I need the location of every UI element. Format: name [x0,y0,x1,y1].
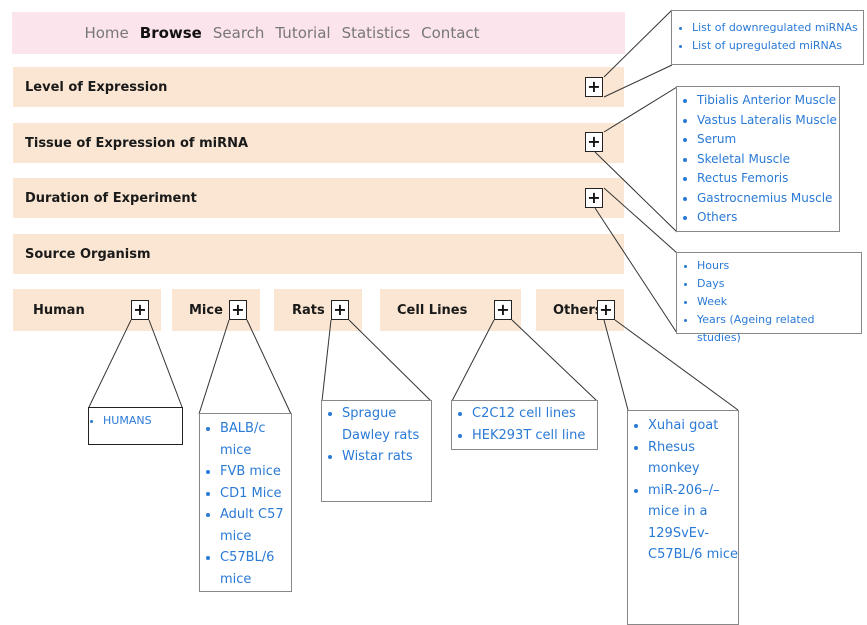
expand-expression-button[interactable]: + [585,77,603,97]
list-item[interactable]: Xuhai goat [648,415,738,437]
section-duration-of-experiment[interactable]: Duration of Experiment [13,178,624,218]
section-level-of-expression[interactable]: Level of Expression [13,67,624,107]
list-item[interactable]: Hours [697,257,861,275]
list-item[interactable]: C2C12 cell lines [472,403,597,425]
list-item[interactable]: Rhesus monkey [648,437,738,480]
list-item[interactable]: FVB mice [220,461,291,483]
expand-human-button[interactable]: + [131,300,149,320]
list-item[interactable]: CD1 Mice [220,483,291,505]
nav-search[interactable]: Search [209,24,265,42]
list-item[interactable]: List of downregulated miRNAs [692,19,863,37]
connector-human-right [148,319,183,408]
list-item[interactable]: HEK293T cell line [472,425,597,447]
list-item[interactable]: Days [697,275,861,293]
list-item[interactable]: Serum [697,130,839,150]
nav-statistics[interactable]: Statistics [338,24,411,42]
connector-rats-right [348,319,432,402]
connector-mice-right [246,319,292,415]
list-item[interactable]: Adult C57 mice [220,504,291,547]
popup-duration-list: Hours Days Week Years (Ageing related st… [676,252,862,344]
expand-tissue-button[interactable]: + [585,132,603,152]
organism-label: Human [33,302,85,318]
list-item[interactable]: C57BL/6 mice [220,547,291,590]
popup-human-list: HUMANS [88,407,183,445]
section-label: Duration of Experiment [25,190,197,206]
list-item[interactable]: Wistar rats [342,446,431,468]
list-item[interactable]: Gastrocnemius Muscle [697,189,839,209]
list-item[interactable]: Skeletal Muscle [697,150,839,170]
list-item[interactable]: Years (Ageing related studies) [697,311,861,347]
organism-label: Mice [189,302,223,318]
popup-tissue-list: Tibialis Anterior Muscle Vastus Laterali… [676,86,840,232]
list-item[interactable]: Others [697,208,839,228]
expand-mice-button[interactable]: + [229,300,247,320]
section-label: Level of Expression [25,79,168,95]
list-item[interactable]: BALB/c mice [220,418,291,461]
organism-label: Cell Lines [397,302,468,318]
connector-mice-left [198,319,230,415]
expand-rats-button[interactable]: + [331,300,349,320]
list-item[interactable]: HUMANS [103,412,182,430]
connector-cell-lines-left [451,319,495,402]
popup-others-list: Xuhai goat Rhesus monkey miR-206–/– mice… [627,410,739,625]
expand-others-button[interactable]: + [597,300,615,320]
expand-duration-button[interactable]: + [585,188,603,208]
popup-expression-list: List of downregulated miRNAs List of upr… [671,10,864,65]
connector-others-left [603,319,629,411]
expand-cell-lines-button[interactable]: + [494,300,512,320]
list-item[interactable]: Sprague Dawley rats [342,403,431,446]
nav-contact[interactable]: Contact [417,24,479,42]
section-label: Source Organism [25,246,151,262]
top-nav: Home Browse Search Tutorial Statistics C… [12,12,625,54]
connector-human-left [88,319,132,408]
section-source-organism[interactable]: Source Organism [13,234,624,274]
connector-rats-left [321,319,332,402]
list-item[interactable]: Tibialis Anterior Muscle [697,91,839,111]
list-item[interactable]: Rectus Femoris [697,169,839,189]
list-item[interactable]: List of upregulated miRNAs [692,37,863,55]
popup-mice-list: BALB/c mice FVB mice CD1 Mice Adult C57 … [199,413,292,592]
section-label: Tissue of Expression of miRNA [25,135,249,151]
popup-cell-lines-list: C2C12 cell lines HEK293T cell line [451,400,598,450]
nav-tutorial[interactable]: Tutorial [271,24,330,42]
list-item[interactable]: Week [697,293,861,311]
organism-label: Rats [292,302,325,318]
nav-browse[interactable]: Browse [136,24,202,42]
nav-home[interactable]: Home [80,24,128,42]
list-item[interactable]: Vastus Lateralis Muscle [697,111,839,131]
popup-rats-list: Sprague Dawley rats Wistar rats [321,400,432,502]
connector-cell-lines-right [511,319,598,402]
section-tissue-of-expression[interactable]: Tissue of Expression of miRNA [13,123,624,163]
organism-label: Others [553,302,603,318]
list-item[interactable]: miR-206–/– mice in a 129SvEv-C57BL/6 mic… [648,480,738,566]
